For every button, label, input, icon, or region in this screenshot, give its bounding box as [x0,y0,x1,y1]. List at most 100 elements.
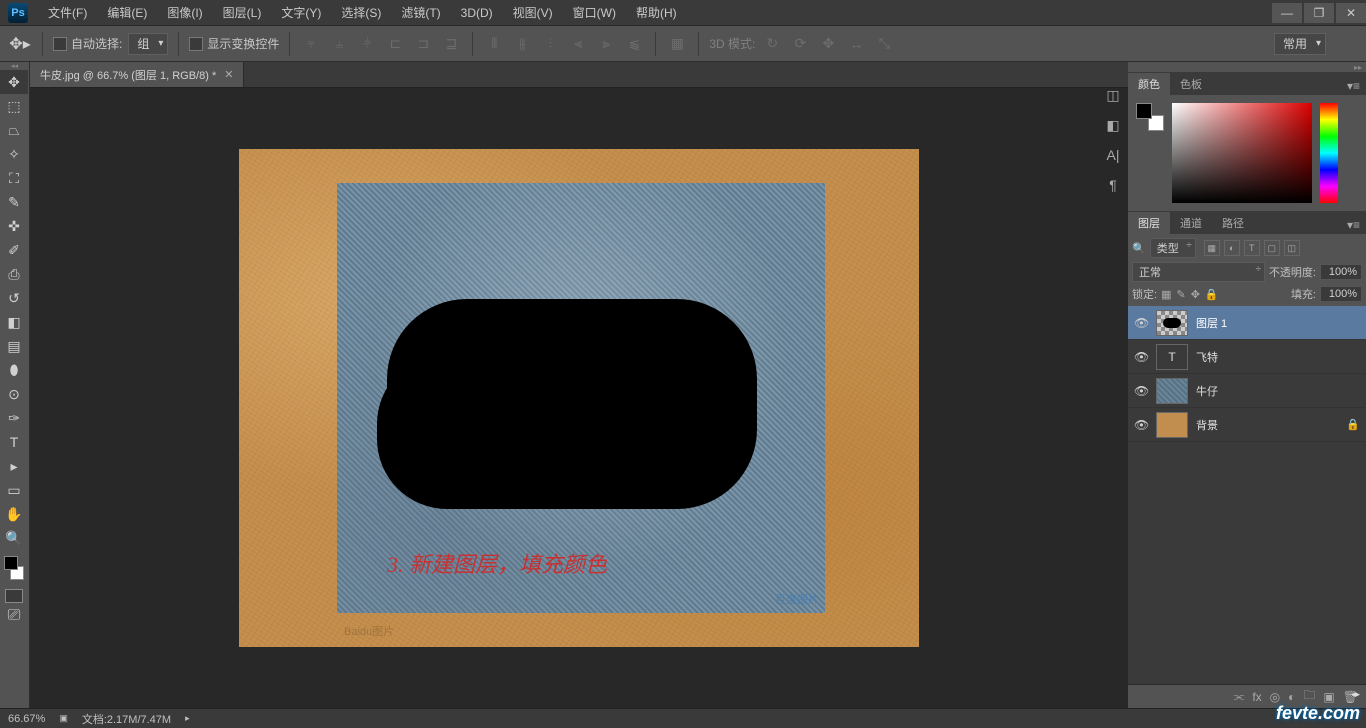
menu-type[interactable]: 文字(Y) [271,0,331,25]
filter-shape-icon[interactable]: ▢ [1264,240,1280,256]
layer-thumbnail[interactable]: T [1156,344,1188,370]
zoom-value[interactable]: 66.67% [8,713,45,725]
zoom-popup-icon[interactable]: ▣ [59,713,68,724]
layer-row[interactable]: 👁 图层 1 [1128,306,1366,340]
show-transform-checkbox[interactable]: 显示变换控件 [189,35,279,52]
menu-filter[interactable]: 滤镜(T) [391,0,450,25]
distribute-bottom-icon[interactable]: ⫶ [539,33,561,55]
lasso-tool[interactable]: ⏢ [0,118,28,142]
orbit-icon[interactable]: ↻ [761,33,783,55]
magic-wand-tool[interactable]: ✧ [0,142,28,166]
layer-row[interactable]: 👁 牛仔 [1128,374,1366,408]
type-tool[interactable]: T [0,430,28,454]
fill-input[interactable]: 100% [1320,286,1362,302]
auto-align-icon[interactable]: ▦ [666,33,688,55]
tab-color[interactable]: 颜色 [1128,73,1170,95]
color-field[interactable] [1172,103,1312,203]
filter-type-dropdown[interactable]: 类型 [1150,238,1196,258]
layer-name-label[interactable]: 飞特 [1196,349,1218,365]
layer-name-label[interactable]: 牛仔 [1196,383,1218,399]
quickmask-toggle[interactable] [0,586,28,606]
maximize-button[interactable]: ❐ [1304,3,1334,23]
pan-icon[interactable]: ✥ [817,33,839,55]
layer-thumbnail[interactable] [1156,378,1188,404]
align-hcenter-icon[interactable]: ⊐ [412,33,434,55]
hand-tool[interactable]: ✋ [0,502,28,526]
shape-tool[interactable]: ▭ [0,478,28,502]
workspace-dropdown[interactable]: 常用 [1274,33,1326,55]
distribute-vcenter-icon[interactable]: ⫵ [511,33,533,55]
layer-thumbnail[interactable] [1156,310,1188,336]
layer-name-label[interactable]: 图层 1 [1196,315,1227,331]
menu-3d[interactable]: 3D(D) [451,2,503,24]
layer-name-label[interactable]: 背景 [1196,417,1218,433]
tab-paths[interactable]: 路径 [1212,212,1254,234]
filter-smart-icon[interactable]: ◫ [1284,240,1300,256]
lock-transparent-icon[interactable]: ▦ [1161,288,1171,301]
minimize-button[interactable]: — [1272,3,1302,23]
filter-type-icon[interactable]: T [1244,240,1260,256]
panel-menu-icon[interactable]: ▾≡ [1341,77,1366,95]
tab-swatches[interactable]: 色板 [1170,73,1212,95]
menu-edit[interactable]: 编辑(E) [97,0,157,25]
tab-channels[interactable]: 通道 [1170,212,1212,234]
hue-slider[interactable] [1320,103,1338,203]
brush-tool[interactable]: ✐ [0,238,28,262]
menu-window[interactable]: 窗口(W) [563,0,626,25]
eyedropper-tool[interactable]: ✎ [0,190,28,214]
scale-icon[interactable]: ⤡ [873,33,895,55]
visibility-toggle-icon[interactable]: 👁 [1134,418,1148,432]
blend-mode-dropdown[interactable]: 正常 [1132,262,1265,282]
history-panel-icon[interactable]: ◫ [1102,84,1124,106]
toolbar-handle[interactable]: ◂◂ [0,62,29,70]
slide-icon[interactable]: ↔ [845,33,867,55]
layers-menu-icon[interactable]: ▾≡ [1341,216,1366,234]
visibility-toggle-icon[interactable]: 👁 [1134,350,1148,364]
pen-tool[interactable]: ✑ [0,406,28,430]
filter-pixel-icon[interactable]: ▦ [1204,240,1220,256]
align-left-icon[interactable]: ⊏ [384,33,406,55]
zoom-tool[interactable]: 🔍 [0,526,28,550]
history-brush-tool[interactable]: ↺ [0,286,28,310]
menu-help[interactable]: 帮助(H) [626,0,687,25]
align-bottom-icon[interactable]: ⫩ [356,33,378,55]
color-fg-swatch[interactable] [1136,103,1152,119]
crop-tool[interactable]: ⛶ [0,166,28,190]
link-layers-icon[interactable]: ⫘ [1234,689,1245,704]
color-fgbg[interactable] [1136,103,1164,131]
canvas-viewport[interactable]: 3. 新建图层，填充颜色 Baidu图片 百度图片 [30,88,1128,708]
menu-image[interactable]: 图像(I) [157,0,212,25]
tab-layers[interactable]: 图层 [1128,212,1170,234]
layer-thumbnail[interactable] [1156,412,1188,438]
healing-brush-tool[interactable]: ✜ [0,214,28,238]
distribute-left-icon[interactable]: ⫷ [567,33,589,55]
layer-mask-icon[interactable]: ◎ [1270,690,1280,704]
layer-fx-icon[interactable]: fx [1252,690,1261,704]
distribute-top-icon[interactable]: ⫴ [483,33,505,55]
align-top-icon[interactable]: ⫧ [300,33,322,55]
layer-row[interactable]: 👁 T 飞特 [1128,340,1366,374]
lock-all-icon[interactable]: 🔒 [1205,288,1219,301]
move-tool[interactable]: ✥ [0,70,28,94]
status-caret-icon[interactable]: ▸ [185,713,190,724]
align-vcenter-icon[interactable]: ⫨ [328,33,350,55]
new-layer-icon[interactable]: ▣ [1323,690,1334,704]
screenmode-toggle[interactable]: ⎚ [0,606,28,626]
distribute-right-icon[interactable]: ⫹ [623,33,645,55]
gradient-tool[interactable]: ▤ [0,334,28,358]
roll-icon[interactable]: ⟳ [789,33,811,55]
filter-adjust-icon[interactable]: ◐ [1224,240,1240,256]
auto-select-checkbox[interactable]: 自动选择: [53,35,122,52]
foreground-swatch[interactable] [4,556,18,570]
clone-stamp-tool[interactable]: ⎙ [0,262,28,286]
tab-close-icon[interactable]: ✕ [224,68,233,81]
panel-collapse-handle[interactable]: ▸▸ [1128,62,1366,72]
paragraph-panel-icon[interactable]: ¶ [1102,174,1124,196]
adjustment-layer-icon[interactable]: ◐ [1288,690,1295,704]
foreground-background-color[interactable] [0,554,28,582]
menu-file[interactable]: 文件(F) [38,0,97,25]
distribute-hcenter-icon[interactable]: ⫸ [595,33,617,55]
menu-layer[interactable]: 图层(L) [213,0,272,25]
properties-panel-icon[interactable]: ◧ [1102,114,1124,136]
dodge-tool[interactable]: ⊙ [0,382,28,406]
